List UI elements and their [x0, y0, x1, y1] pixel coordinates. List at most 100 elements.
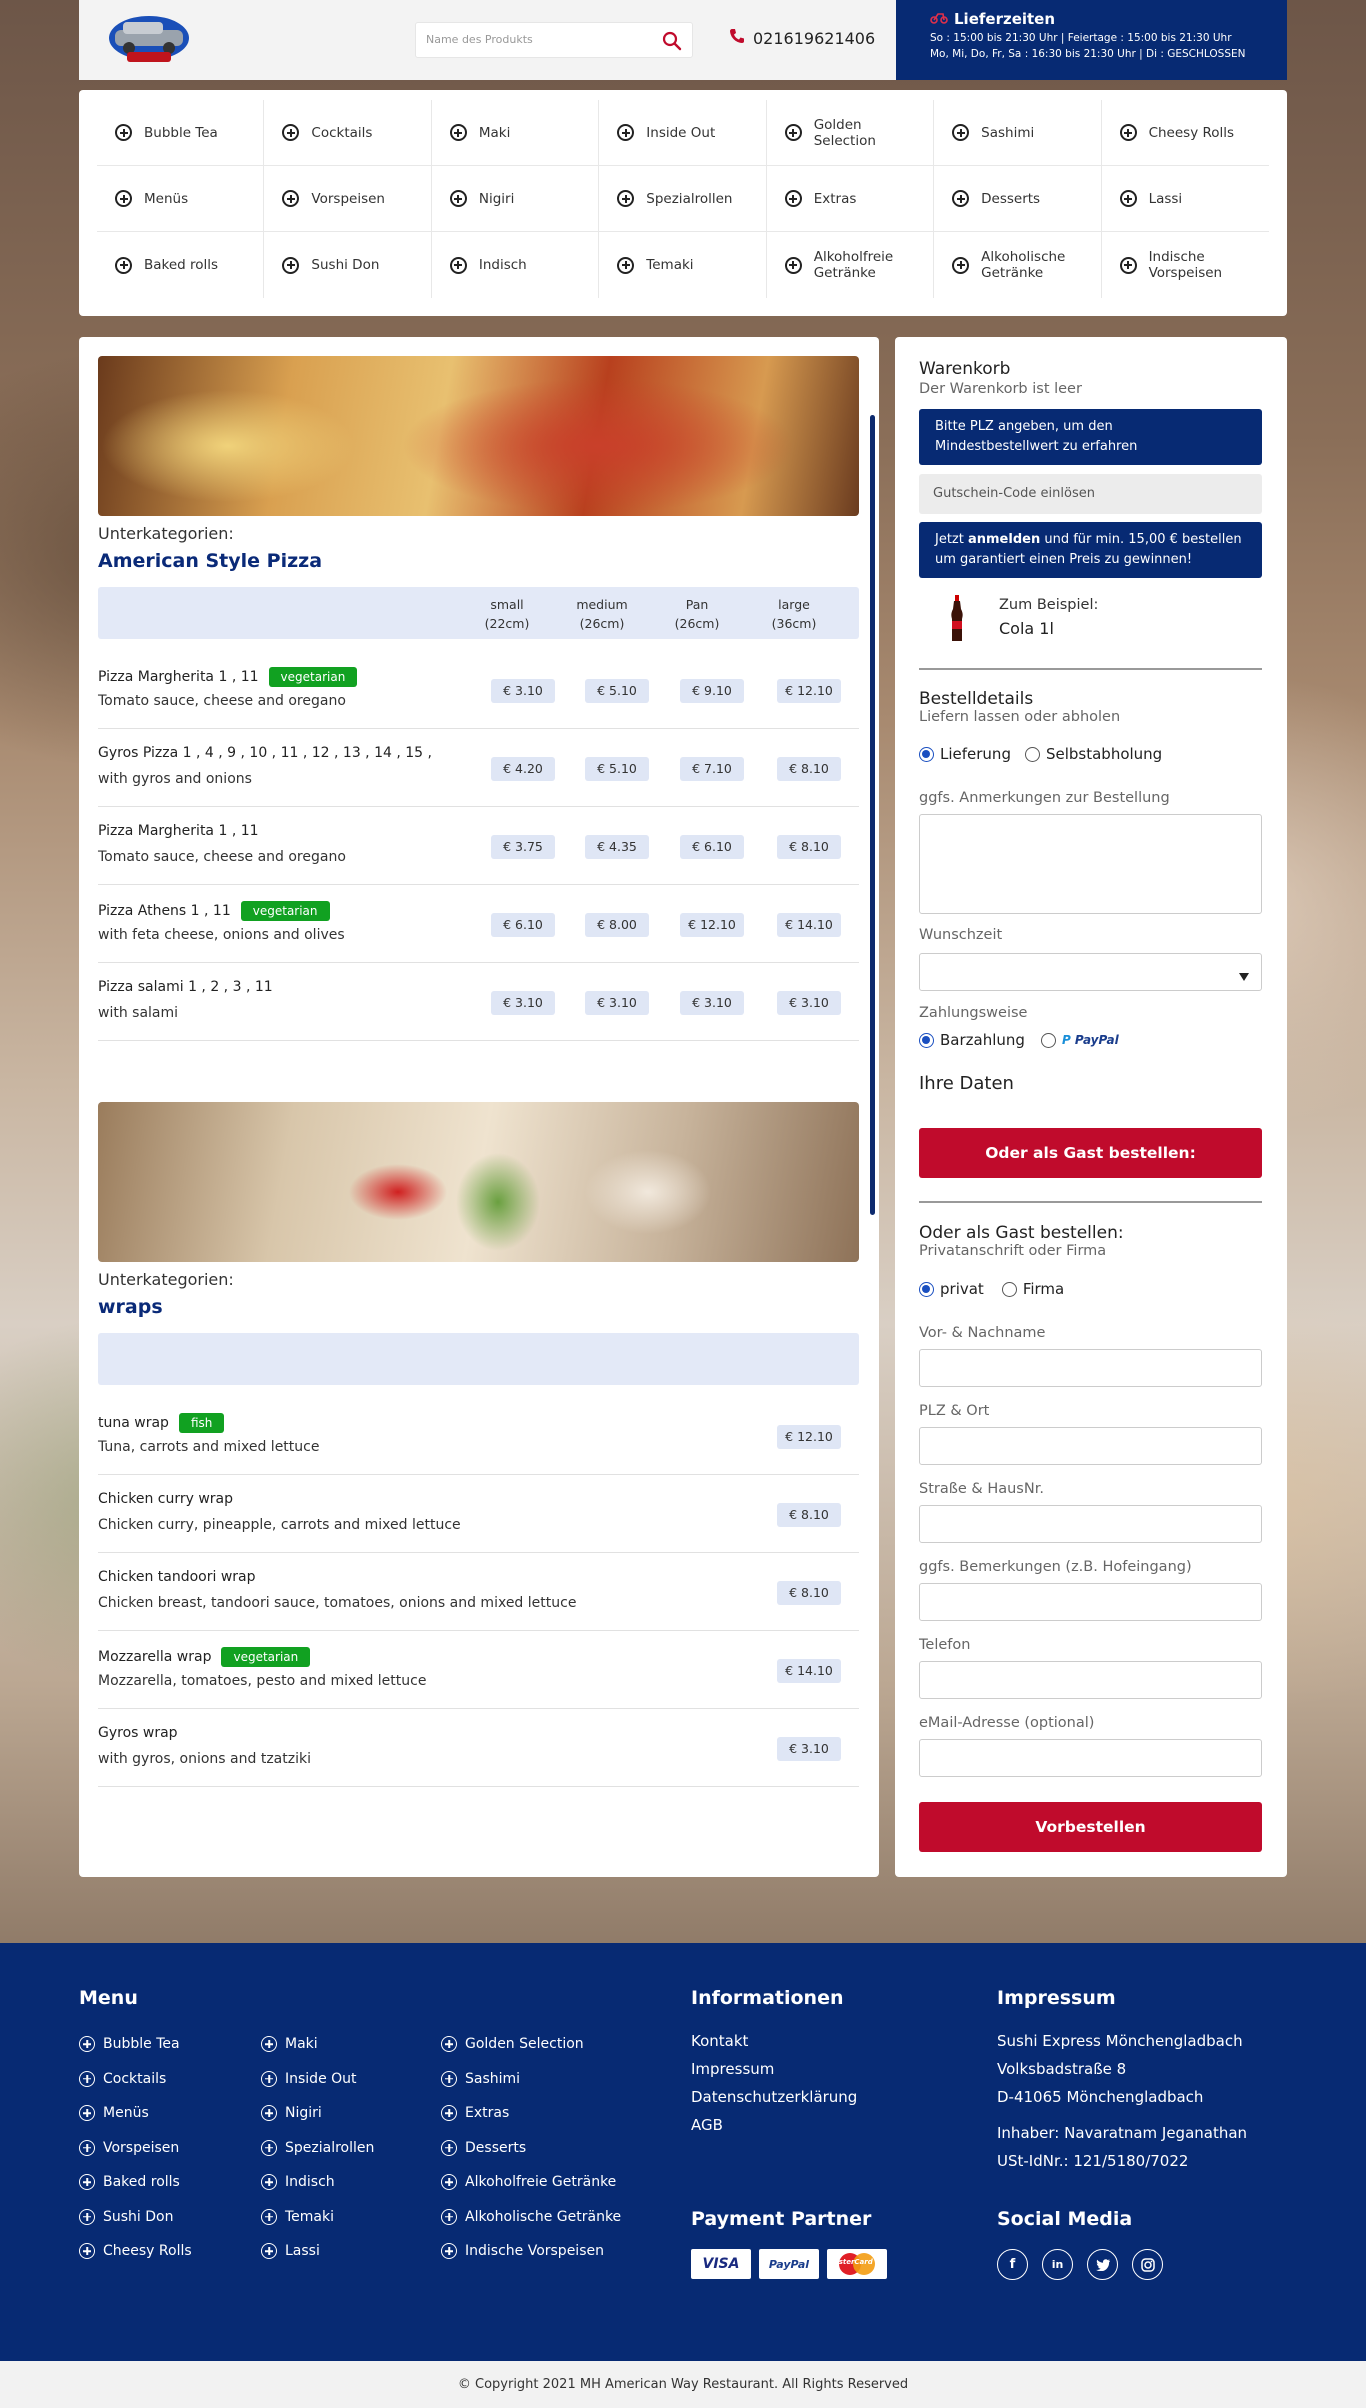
street-field[interactable] — [919, 1505, 1262, 1543]
guest-order-button[interactable]: Oder als Gast bestellen: — [919, 1128, 1262, 1178]
twitter-icon[interactable] — [1087, 2249, 1118, 2280]
plz-notice[interactable]: Bitte PLZ angeben, um den Mindestbestell… — [919, 409, 1262, 465]
category-link[interactable]: Cocktails — [264, 100, 432, 166]
menu-item[interactable]: Gyros Pizza 1 , 4 , 9 , 10 , 11 , 12 , 1… — [98, 729, 859, 807]
price-button[interactable]: € 8.10 — [777, 835, 841, 859]
category-link[interactable]: Menüs — [97, 166, 265, 232]
price-button[interactable]: € 12.10 — [777, 679, 841, 703]
time-select[interactable] — [919, 953, 1262, 991]
info-link[interactable]: Datenschutzerklärung — [691, 2083, 857, 2111]
price-button[interactable]: € 5.10 — [585, 679, 649, 703]
price-button[interactable]: € 8.10 — [777, 1503, 841, 1527]
category-link[interactable]: Extras — [766, 166, 935, 232]
search-input[interactable]: Name des Produkts — [426, 33, 533, 46]
price-button[interactable]: € 6.10 — [491, 913, 555, 937]
name-field[interactable] — [919, 1349, 1262, 1387]
menu-item[interactable]: tuna wrap fish Tuna, carrots and mixed let… — [98, 1397, 859, 1475]
footer-menu-link[interactable]: Nigiri — [261, 2096, 374, 2131]
footer-menu-link[interactable]: Cheesy Rolls — [79, 2234, 192, 2269]
footer-menu-link[interactable]: Alkoholische Getränke — [441, 2200, 621, 2235]
price-button[interactable]: € 3.10 — [680, 991, 744, 1015]
delivery-radio[interactable]: Lieferung — [919, 745, 1011, 763]
footer-menu-link[interactable]: Golden Selection — [441, 2027, 621, 2062]
voucher-button[interactable]: Gutschein-Code einlösen — [919, 474, 1262, 514]
footer-menu-link[interactable]: Cocktails — [79, 2062, 192, 2097]
price-button[interactable]: € 8.00 — [585, 913, 649, 937]
footer-menu-link[interactable]: Bubble Tea — [79, 2027, 192, 2062]
category-link[interactable]: Cheesy Rolls — [1101, 100, 1269, 166]
category-link[interactable]: Golden Selection — [766, 100, 935, 166]
category-link[interactable]: Alkoholfreie Getränke — [767, 232, 935, 298]
phone-link[interactable]: 021619621406 — [729, 28, 875, 48]
price-button[interactable]: € 9.10 — [680, 679, 744, 703]
price-button[interactable]: € 4.35 — [585, 835, 649, 859]
footer-menu-link[interactable]: Extras — [441, 2096, 621, 2131]
footer-menu-link[interactable]: Inside Out — [261, 2062, 374, 2097]
price-button[interactable]: € 3.10 — [777, 1737, 841, 1761]
category-link[interactable]: Nigiri — [431, 166, 600, 232]
footer-menu-link[interactable]: Sashimi — [441, 2062, 621, 2097]
price-button[interactable]: € 14.10 — [777, 913, 841, 937]
company-radio[interactable]: Firma — [1001, 1280, 1064, 1298]
category-link[interactable]: Desserts — [934, 166, 1102, 232]
footer-menu-link[interactable]: Indische Vorspeisen — [441, 2234, 621, 2269]
email-field[interactable] — [919, 1739, 1262, 1777]
menu-item[interactable]: Chicken tandoori wrap Chicken breast, tan… — [98, 1553, 859, 1631]
category-link[interactable]: Indische Vorspeisen — [1102, 232, 1269, 298]
footer-menu-link[interactable]: Spezialrollen — [261, 2131, 374, 2166]
category-link[interactable]: Inside Out — [599, 100, 767, 166]
category-link[interactable]: Bubble Tea — [97, 100, 265, 166]
notes-textarea[interactable] — [919, 814, 1262, 914]
price-button[interactable]: € 4.20 — [491, 757, 555, 781]
footer-menu-link[interactable]: Desserts — [441, 2131, 621, 2166]
footer-menu-link[interactable]: Vorspeisen — [79, 2131, 192, 2166]
footer-menu-link[interactable]: Indisch — [261, 2165, 374, 2200]
footer-menu-link[interactable]: Temaki — [261, 2200, 374, 2235]
menu-item[interactable]: Pizza Athens 1 , 11 vegetarian with feta c… — [98, 885, 859, 963]
category-link[interactable]: Indisch — [432, 232, 600, 298]
price-button[interactable]: € 7.10 — [680, 757, 744, 781]
login-link[interactable]: anmelden — [968, 532, 1040, 547]
footer-menu-link[interactable]: Lassi — [261, 2234, 374, 2269]
price-button[interactable]: € 3.10 — [585, 991, 649, 1015]
price-button[interactable]: € 14.10 — [777, 1659, 841, 1683]
info-link[interactable]: Kontakt — [691, 2027, 857, 2055]
logo[interactable] — [105, 8, 193, 68]
price-button[interactable]: € 8.10 — [777, 757, 841, 781]
phone-field[interactable] — [919, 1661, 1262, 1699]
category-link[interactable]: Sushi Don — [264, 232, 432, 298]
price-button[interactable]: € 8.10 — [777, 1581, 841, 1605]
menu-item[interactable]: Gyros wrap with gyros, onions and tzatzik… — [98, 1709, 859, 1787]
category-link[interactable]: Lassi — [1101, 166, 1269, 232]
remarks-field[interactable] — [919, 1583, 1262, 1621]
info-link[interactable]: Impressum — [691, 2055, 857, 2083]
category-link[interactable]: Alkoholische Getränke — [934, 232, 1102, 298]
instagram-icon[interactable] — [1132, 2249, 1163, 2280]
pickup-radio[interactable]: Selbstabholung — [1024, 745, 1162, 763]
menu-item[interactable]: Pizza salami 1 , 2 , 3 , 11 with salami € … — [98, 963, 859, 1041]
price-button[interactable]: € 3.75 — [491, 835, 555, 859]
scrollbar[interactable] — [870, 415, 875, 1215]
footer-menu-link[interactable]: Menüs — [79, 2096, 192, 2131]
facebook-icon[interactable]: f — [997, 2249, 1028, 2280]
category-link[interactable]: Spezialrollen — [599, 166, 767, 232]
private-radio[interactable]: privat — [919, 1280, 984, 1298]
search-icon[interactable] — [662, 31, 682, 51]
price-button[interactable]: € 3.10 — [491, 991, 555, 1015]
cash-radio[interactable]: Barzahlung — [919, 1031, 1025, 1049]
search-box[interactable]: Name des Produkts — [415, 22, 693, 58]
category-link[interactable]: Vorspeisen — [264, 166, 432, 232]
footer-menu-link[interactable]: Baked rolls — [79, 2165, 192, 2200]
category-link[interactable]: Maki — [431, 100, 600, 166]
price-button[interactable]: € 3.10 — [491, 679, 555, 703]
category-link[interactable]: Temaki — [599, 232, 767, 298]
price-button[interactable]: € 12.10 — [680, 913, 744, 937]
price-button[interactable]: € 3.10 — [777, 991, 841, 1015]
category-link[interactable]: Baked rolls — [97, 232, 265, 298]
price-button[interactable]: € 6.10 — [680, 835, 744, 859]
category-link[interactable]: Sashimi — [934, 100, 1102, 166]
footer-menu-link[interactable]: Sushi Don — [79, 2200, 192, 2235]
menu-item[interactable]: Pizza Margherita 1 , 11 vegetarian Tomato … — [98, 651, 859, 729]
footer-menu-link[interactable]: Alkoholfreie Getränke — [441, 2165, 621, 2200]
linkedin-icon[interactable]: in — [1042, 2249, 1073, 2280]
